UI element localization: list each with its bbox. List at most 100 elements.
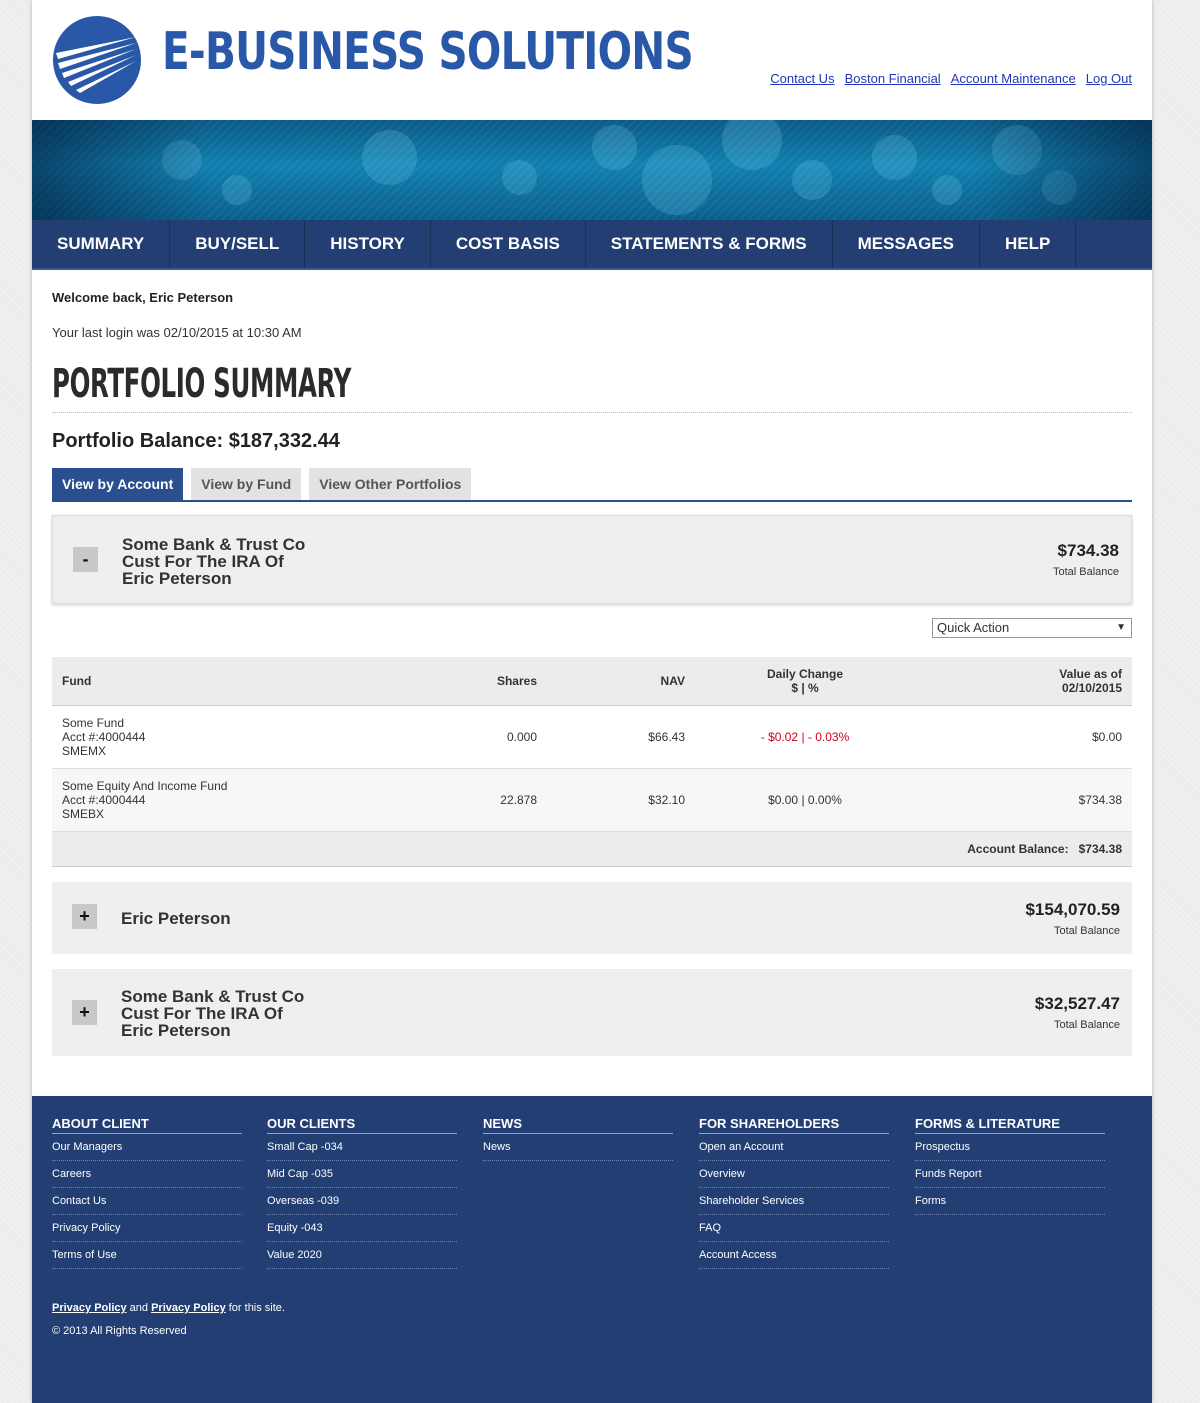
col-value-label: Value as of <box>1059 666 1122 681</box>
footer-col-title: FOR SHAREHOLDERS <box>699 1116 889 1134</box>
footer-link[interactable]: Our Managers <box>52 1134 242 1161</box>
footer-link[interactable]: Mid Cap -035 <box>267 1161 457 1188</box>
fund-ticker: SMEBX <box>62 806 105 821</box>
nav-messages[interactable]: MESSAGES <box>833 220 980 268</box>
fund-ticker: SMEMX <box>62 743 107 758</box>
hero-banner <box>32 120 1152 220</box>
welcome-message: Welcome back, Eric Peterson <box>52 290 234 305</box>
footer-col-shareholders: FOR SHAREHOLDERS Open an Account Overvie… <box>699 1116 889 1269</box>
nav-buy-sell[interactable]: BUY/SELL <box>170 220 306 268</box>
fund-name[interactable]: Some Fund <box>62 716 342 730</box>
col-fund[interactable]: Fund <box>52 657 352 706</box>
footer-link[interactable]: Privacy Policy <box>52 1215 242 1242</box>
utility-links: Contact Us Boston Financial Account Main… <box>770 71 1132 86</box>
log-out-link[interactable]: Log Out <box>1086 71 1132 86</box>
account-balance-label: Account Balance: <box>967 841 1069 856</box>
expand-toggle-button[interactable]: + <box>72 904 97 929</box>
footer-link[interactable]: Equity -043 <box>267 1215 457 1242</box>
footer-link[interactable]: Contact Us <box>52 1188 242 1215</box>
account-maintenance-link[interactable]: Account Maintenance <box>951 71 1076 86</box>
account-name: Some Bank & Trust Co Cust For The IRA Of… <box>121 988 381 1039</box>
copyright: © 2013 All Rights Reserved <box>52 1325 187 1337</box>
nav-cost-basis[interactable]: COST BASIS <box>431 220 586 268</box>
col-shares[interactable]: Shares <box>352 657 547 706</box>
footer-and-text: and <box>126 1302 152 1314</box>
footer-link[interactable]: Overseas -039 <box>267 1188 457 1215</box>
footer-link[interactable]: Funds Report <box>915 1161 1105 1188</box>
footer-link[interactable]: Value 2020 <box>267 1242 457 1269</box>
account-balance-row: Account Balance: $734.38 <box>52 831 1132 867</box>
nav-cell: $66.43 <box>547 705 695 769</box>
account-name: Some Bank & Trust Co Cust For The IRA Of… <box>122 536 382 587</box>
fund-name[interactable]: Some Equity And Income Fund <box>62 779 342 793</box>
footer-link[interactable]: Open an Account <box>699 1134 889 1161</box>
footer-link[interactable]: Prospectus <box>915 1134 1105 1161</box>
account-panel-ira-1[interactable]: - Some Bank & Trust Co Cust For The IRA … <box>52 515 1132 604</box>
account-name-line: Eric Peterson <box>122 569 232 588</box>
account-balance-cell: Account Balance: $734.38 <box>52 831 1132 867</box>
footer-link[interactable]: Shareholder Services <box>699 1188 889 1215</box>
account-name-line: Some Bank & Trust Co <box>122 535 306 554</box>
main-nav: SUMMARY BUY/SELL HISTORY COST BASIS STAT… <box>32 220 1152 270</box>
collapse-toggle-button[interactable]: - <box>73 547 98 572</box>
footer-link[interactable]: Careers <box>52 1161 242 1188</box>
value-cell: $0.00 <box>915 705 1132 769</box>
nav-help[interactable]: HELP <box>980 220 1077 268</box>
footer-link[interactable]: Small Cap -034 <box>267 1134 457 1161</box>
col-daily-change-unit: $ | % <box>791 680 819 695</box>
account-total-balance: $734.38 <box>1057 541 1119 560</box>
view-tabs: View by Account View by Fund View Other … <box>52 468 1132 502</box>
footer-link[interactable]: FAQ <box>699 1215 889 1242</box>
nav-history[interactable]: HISTORY <box>305 220 431 268</box>
account-panel-individual[interactable]: + Eric Peterson $154,070.59 Total Balanc… <box>52 882 1132 954</box>
boston-financial-link[interactable]: Boston Financial <box>845 71 941 86</box>
expand-toggle-button[interactable]: + <box>72 1000 97 1025</box>
footer-link[interactable]: News <box>483 1134 673 1161</box>
fund-acct: Acct #:4000444 <box>62 792 146 807</box>
footer-link[interactable]: Overview <box>699 1161 889 1188</box>
col-daily-change[interactable]: Daily Change $ | % <box>695 657 915 706</box>
tab-view-other-portfolios[interactable]: View Other Portfolios <box>309 468 472 500</box>
nav-statements-forms[interactable]: STATEMENTS & FORMS <box>586 220 833 268</box>
col-value-date: 02/10/2015 <box>1061 680 1122 695</box>
footer-col-forms: FORMS & LITERATURE Prospectus Funds Repo… <box>915 1116 1105 1215</box>
account-name-line: Some Bank & Trust Co <box>121 987 305 1006</box>
site-footer: ABOUT CLIENT Our Managers Careers Contac… <box>32 1096 1152 1403</box>
privacy-policy-link[interactable]: Privacy Policy <box>151 1302 226 1314</box>
table-header-row: Fund Shares NAV Daily Change $ | % Value… <box>52 657 1132 706</box>
daily-change-cell: - $0.02 | - 0.03% <box>695 705 915 769</box>
col-nav[interactable]: NAV <box>547 657 695 706</box>
total-balance-label: Total Balance <box>1052 566 1119 578</box>
col-value[interactable]: Value as of 02/10/2015 <box>915 657 1132 706</box>
account-balance-value: $734.38 <box>1078 841 1122 856</box>
privacy-policy-link[interactable]: Privacy Policy <box>52 1302 127 1314</box>
account-name-line: Eric Peterson <box>121 1021 231 1040</box>
tab-view-by-account[interactable]: View by Account <box>52 468 184 500</box>
footer-col-about: ABOUT CLIENT Our Managers Careers Contac… <box>52 1116 242 1269</box>
account-name-line: Cust For The IRA Of <box>121 1004 283 1023</box>
account-panel-ira-2[interactable]: + Some Bank & Trust Co Cust For The IRA … <box>52 969 1132 1056</box>
footer-link[interactable]: Account Access <box>699 1242 889 1269</box>
contact-us-link[interactable]: Contact Us <box>770 71 834 86</box>
total-balance-label: Total Balance <box>1053 925 1120 937</box>
fund-cell: Some Fund Acct #:4000444 SMEMX <box>52 705 352 769</box>
footer-link[interactable]: Forms <box>915 1188 1105 1215</box>
title-divider <box>52 412 1132 413</box>
footer-col-title: ABOUT CLIENT <box>52 1116 242 1134</box>
total-balance-label: Total Balance <box>1053 1019 1120 1031</box>
company-logo-icon[interactable] <box>52 15 142 105</box>
fund-acct: Acct #:4000444 <box>62 729 146 744</box>
nav-summary[interactable]: SUMMARY <box>32 220 171 268</box>
table-row[interactable]: Some Fund Acct #:4000444 SMEMX 0.000 $66… <box>52 705 1132 769</box>
footer-col-title: NEWS <box>483 1116 673 1134</box>
table-row[interactable]: Some Equity And Income Fund Acct #:40004… <box>52 768 1132 832</box>
brand-name[interactable]: E-BUSINESS SOLUTIONS <box>162 22 694 82</box>
tab-view-by-fund[interactable]: View by Fund <box>191 468 302 500</box>
col-daily-change-label: Daily Change <box>766 666 844 681</box>
quick-action-select[interactable]: Quick Action ▼ <box>932 618 1132 638</box>
last-login: Your last login was 02/10/2015 at 10:30 … <box>52 325 302 340</box>
footer-link[interactable]: Terms of Use <box>52 1242 242 1269</box>
value-cell: $734.38 <box>915 768 1132 832</box>
footer-col-title: OUR CLIENTS <box>267 1116 457 1134</box>
account-total-balance: $154,070.59 <box>1025 900 1120 919</box>
